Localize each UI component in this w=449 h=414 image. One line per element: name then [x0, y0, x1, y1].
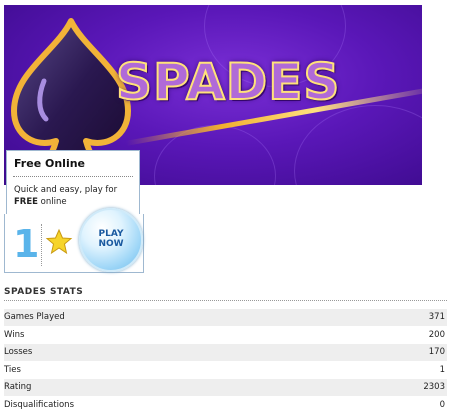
stat-value: 2303 — [423, 379, 445, 396]
star-icon — [45, 228, 73, 256]
stat-value: 371 — [429, 309, 445, 326]
stat-value: 200 — [429, 327, 445, 344]
stats-row-wins: Wins 200 — [4, 327, 447, 345]
promo-divider — [13, 176, 133, 177]
stats-table: Games Played 371 Wins 200 Losses 170 Tie… — [4, 309, 447, 414]
stat-label: Games Played — [4, 309, 65, 326]
stats-row-ties: Ties 1 — [4, 362, 447, 380]
dotted-separator — [41, 224, 42, 266]
stat-label: Ties — [4, 362, 21, 379]
stats-row-losses: Losses 170 — [4, 344, 447, 362]
promo-card: Free Online Quick and easy, play for FRE… — [6, 150, 140, 215]
stat-label: Wins — [4, 327, 24, 344]
stat-value: 170 — [429, 344, 445, 361]
spades-logo: SPADES — [116, 53, 376, 111]
stats-row-rating: Rating 2303 — [4, 379, 447, 397]
promo-description: Quick and easy, play for FREE online — [14, 184, 138, 208]
stat-value: 1 — [440, 362, 445, 379]
play-now-label: PLAY NOW — [81, 229, 141, 249]
stat-value: 0 — [440, 397, 445, 414]
stats-divider — [4, 300, 447, 301]
stat-label: Losses — [4, 344, 32, 361]
stats-title: SPADES STATS — [4, 287, 83, 297]
stat-label: Disqualifications — [4, 397, 74, 414]
promo-title: Free Online — [14, 157, 85, 170]
play-now-button[interactable]: PLAY NOW — [79, 208, 143, 272]
stats-row-games-played: Games Played 371 — [4, 309, 447, 327]
stat-label: Rating — [4, 379, 31, 396]
stats-row-disqualifications: Disqualifications 0 — [4, 397, 447, 414]
player-count-number: 1 — [13, 222, 39, 266]
promo-actions: 1 PLAY NOW — [4, 214, 144, 273]
